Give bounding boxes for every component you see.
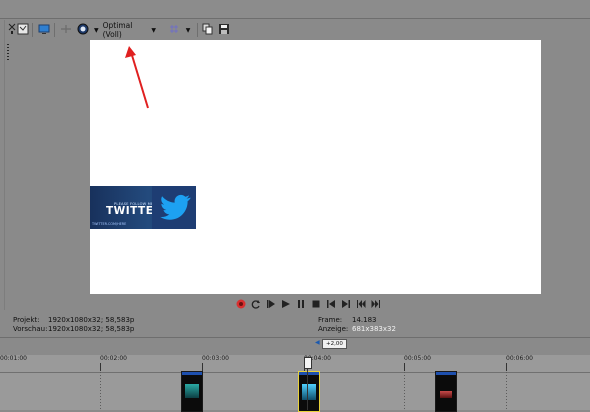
timeline-ruler[interactable]: 00:01:00 00:02:00 00:03:00 00:04:00 00:0… bbox=[0, 355, 590, 373]
timeline-clip[interactable] bbox=[435, 371, 457, 412]
ruler-tick bbox=[202, 363, 203, 371]
clip-thumbnail bbox=[302, 384, 316, 400]
next-frame-icon[interactable] bbox=[371, 299, 381, 309]
ruler-tick-label: 00:05:00 bbox=[404, 355, 431, 362]
split-screen-icon[interactable] bbox=[60, 23, 72, 35]
preview-toolbar: ▼ Optimal (Voll) ▼ ▼ bbox=[0, 19, 590, 41]
toolbar-separator bbox=[54, 23, 55, 37]
toolbar-separator bbox=[197, 23, 198, 37]
preview-label: Vorschau: bbox=[13, 325, 48, 333]
ruler-tick bbox=[100, 363, 101, 371]
project-properties-icon[interactable] bbox=[17, 23, 29, 35]
grid-dropdown-icon[interactable]: ▼ bbox=[184, 23, 192, 37]
save-snapshot-icon[interactable] bbox=[218, 23, 230, 35]
quality-label: Optimal (Voll) bbox=[102, 21, 133, 39]
playback-rate-indicator[interactable]: +2,00 bbox=[322, 339, 347, 349]
ruler-tick-label: 00:06:00 bbox=[506, 355, 533, 362]
ruler-tick-label: 00:02:00 bbox=[100, 355, 127, 362]
overlay-icon[interactable] bbox=[77, 23, 89, 35]
copy-snapshot-icon[interactable] bbox=[202, 23, 214, 35]
panel-divider bbox=[0, 337, 590, 338]
project-value: 1920x1080x32; 58,583p bbox=[48, 316, 135, 324]
go-to-end-icon[interactable] bbox=[341, 299, 351, 309]
quality-dropdown-icon: ▼ bbox=[94, 26, 99, 34]
panel-border bbox=[4, 20, 5, 310]
dock-gripper[interactable] bbox=[7, 44, 9, 60]
quality-dropdown[interactable]: ▼ Optimal (Voll) ▼ bbox=[94, 21, 156, 39]
playhead-line bbox=[307, 368, 308, 410]
top-strip bbox=[0, 0, 590, 18]
play-icon[interactable] bbox=[281, 299, 291, 309]
clip-header bbox=[436, 372, 456, 375]
frame-label: Frame: bbox=[318, 316, 343, 324]
go-to-start-icon[interactable] bbox=[326, 299, 336, 309]
ruler-tick-label: 00:01:00 bbox=[0, 355, 27, 362]
display-label: Anzeige: bbox=[318, 325, 349, 333]
clip-thumbnail bbox=[185, 384, 199, 398]
toolbar-separator bbox=[32, 23, 33, 37]
stop-icon[interactable] bbox=[311, 299, 321, 309]
preview-device-icon[interactable] bbox=[38, 23, 50, 35]
timeline-gridline bbox=[404, 372, 405, 410]
clip-header bbox=[299, 372, 319, 375]
timeline-gridline bbox=[100, 372, 101, 410]
clip-thumbnail bbox=[440, 391, 452, 398]
project-label: Projekt: bbox=[13, 316, 40, 324]
twitter-banner-overlay: PLEASE FOLLOW ME ON TWITTER! TWITTER.COM… bbox=[90, 186, 196, 229]
display-value: 681x383x32 bbox=[352, 325, 396, 333]
record-icon[interactable] bbox=[236, 299, 246, 309]
rate-marker-icon: ◀ bbox=[315, 339, 320, 346]
preview-info-panel: Projekt: 1920x1080x32; 58,583p Vorschau:… bbox=[0, 314, 590, 338]
grid-icon[interactable] bbox=[168, 23, 180, 35]
timeline-gridline bbox=[506, 372, 507, 410]
twitter-bird-icon bbox=[160, 194, 191, 220]
loop-icon[interactable] bbox=[251, 299, 261, 309]
clip-header bbox=[182, 372, 202, 375]
transport-controls bbox=[236, 297, 381, 311]
playhead-handle[interactable] bbox=[304, 357, 312, 369]
preview-value: 1920x1080x32; 58,583p bbox=[48, 325, 135, 333]
timeline-clip[interactable] bbox=[181, 371, 203, 412]
timeline-clip-selected[interactable] bbox=[298, 371, 320, 412]
banner-handle-text: TWITTER.COM/HERE bbox=[92, 222, 127, 226]
dropdown-arrow-icon: ▼ bbox=[151, 26, 156, 34]
prev-frame-icon[interactable] bbox=[356, 299, 366, 309]
ruler-tick bbox=[506, 363, 507, 371]
play-from-start-icon[interactable] bbox=[266, 299, 276, 309]
ruler-tick-label: 00:03:00 bbox=[202, 355, 229, 362]
pause-icon[interactable] bbox=[296, 299, 306, 309]
frame-value: 14.183 bbox=[352, 316, 377, 324]
ruler-tick bbox=[404, 363, 405, 371]
video-preview: PLEASE FOLLOW ME ON TWITTER! TWITTER.COM… bbox=[90, 40, 541, 294]
